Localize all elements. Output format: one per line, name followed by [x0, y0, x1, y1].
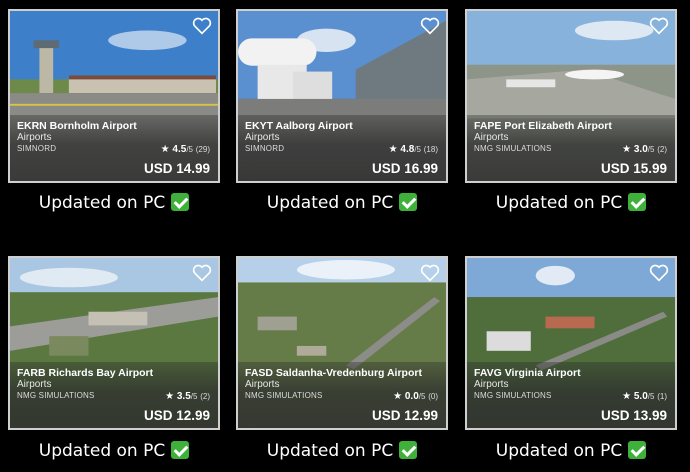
check-mark-icon: [628, 441, 647, 459]
product-developer: SIMNORD: [245, 144, 285, 153]
rating-max: /5: [418, 392, 426, 401]
card-info: EKYT Aalborg Airport Airports SIMNORD ★ …: [238, 115, 446, 181]
product-price: USD 13.99: [600, 408, 667, 423]
product-category: Airports: [474, 379, 509, 390]
card-info: FAPE Port Elizabeth Airport Airports NMG…: [467, 115, 675, 181]
product-card-ekrn[interactable]: EKRN Bornholm Airport Airports SIMNORD ★…: [8, 9, 220, 183]
card-info: FAVG Virginia Airport Airports NMG SIMUL…: [467, 362, 675, 428]
rating-count: (0): [428, 392, 438, 401]
product-card-farb[interactable]: FARB Richards Bay Airport Airports NMG S…: [8, 256, 220, 430]
product-category: Airports: [17, 132, 52, 143]
check-mark-icon: [171, 193, 190, 211]
rating-count: (2): [657, 145, 667, 154]
product-title: FARB Richards Bay Airport: [17, 367, 154, 379]
update-status: Updated on PC: [236, 193, 448, 213]
card-info: FASD Saldanha-Vredenburg Airport Airport…: [238, 362, 446, 428]
check-mark-icon: [399, 193, 418, 211]
rating-value: 3.5: [176, 391, 191, 402]
status-text: Updated on PC: [38, 441, 166, 461]
product-rating: ★ 3.5/5 (2): [165, 391, 210, 402]
product-price: USD 12.99: [371, 408, 438, 423]
product-price: USD 16.99: [371, 161, 438, 176]
update-status: Updated on PC: [236, 441, 448, 461]
status-text: Updated on PC: [38, 193, 166, 213]
star-icon: ★: [622, 144, 632, 155]
product-title: FAPE Port Elizabeth Airport: [474, 120, 612, 132]
star-icon: ★: [393, 391, 403, 402]
star-icon: ★: [622, 391, 632, 402]
product-developer: NMG SIMULATIONS: [474, 144, 552, 153]
product-title: EKYT Aalborg Airport: [245, 120, 353, 132]
product-rating: ★ 0.0/5 (0): [393, 391, 438, 402]
product-price: USD 14.99: [143, 161, 210, 176]
product-category: Airports: [474, 132, 509, 143]
product-category: Airports: [17, 379, 52, 390]
product-developer: NMG SIMULATIONS: [474, 391, 552, 400]
product-card-fasd[interactable]: FASD Saldanha-Vredenburg Airport Airport…: [236, 256, 448, 430]
product-rating: ★ 5.0/5 (1): [622, 391, 667, 402]
heart-outline-icon[interactable]: [192, 17, 212, 35]
rating-max: /5: [186, 145, 193, 154]
product-category: Airports: [245, 379, 280, 390]
product-title: EKRN Bornholm Airport: [17, 120, 137, 132]
card-info: FARB Richards Bay Airport Airports NMG S…: [10, 362, 218, 428]
product-developer: NMG SIMULATIONS: [17, 391, 95, 400]
heart-outline-icon[interactable]: [649, 264, 669, 282]
heart-outline-icon[interactable]: [192, 264, 212, 282]
product-price: USD 12.99: [143, 408, 210, 423]
product-price: USD 15.99: [600, 161, 667, 176]
product-card-ekyt[interactable]: EKYT Aalborg Airport Airports SIMNORD ★ …: [236, 9, 448, 183]
check-mark-icon: [399, 441, 418, 459]
rating-value: 4.5: [172, 144, 187, 155]
product-title: FASD Saldanha-Vredenburg Airport: [245, 367, 422, 379]
heart-outline-icon[interactable]: [649, 17, 669, 35]
rating-max: /5: [647, 392, 655, 401]
rating-count: (18): [423, 145, 438, 154]
product-card-fape[interactable]: FAPE Port Elizabeth Airport Airports NMG…: [465, 9, 677, 183]
rating-count: (2): [200, 392, 210, 401]
update-status: Updated on PC: [465, 193, 677, 213]
rating-max: /5: [190, 392, 198, 401]
product-title: FAVG Virginia Airport: [474, 367, 581, 379]
check-mark-icon: [171, 441, 190, 459]
heart-outline-icon[interactable]: [420, 264, 440, 282]
marketplace-grid: EKRN Bornholm Airport Airports SIMNORD ★…: [0, 0, 690, 472]
status-text: Updated on PC: [266, 441, 394, 461]
star-icon: ★: [160, 144, 170, 155]
status-text: Updated on PC: [495, 441, 623, 461]
heart-outline-icon[interactable]: [420, 17, 440, 35]
update-status: Updated on PC: [465, 441, 677, 461]
product-developer: NMG SIMULATIONS: [245, 391, 323, 400]
star-icon: ★: [165, 391, 175, 402]
update-status: Updated on PC: [8, 193, 220, 213]
card-info: EKRN Bornholm Airport Airports SIMNORD ★…: [10, 115, 218, 181]
product-developer: SIMNORD: [17, 144, 57, 153]
rating-count: (29): [195, 145, 210, 154]
rating-value: 5.0: [633, 391, 648, 402]
product-category: Airports: [245, 132, 280, 143]
rating-max: /5: [414, 145, 421, 154]
rating-max: /5: [647, 145, 655, 154]
rating-count: (1): [657, 392, 667, 401]
product-rating: ★ 4.5/5 (29): [161, 144, 210, 155]
star-icon: ★: [388, 144, 398, 155]
rating-value: 4.8: [400, 144, 415, 155]
check-mark-icon: [628, 193, 647, 211]
rating-value: 3.0: [633, 144, 648, 155]
product-rating: ★ 4.8/5 (18): [389, 144, 438, 155]
status-text: Updated on PC: [266, 193, 394, 213]
rating-value: 0.0: [404, 391, 419, 402]
product-rating: ★ 3.0/5 (2): [622, 144, 667, 155]
product-card-favg[interactable]: FAVG Virginia Airport Airports NMG SIMUL…: [465, 256, 677, 430]
update-status: Updated on PC: [8, 441, 220, 461]
status-text: Updated on PC: [495, 193, 623, 213]
